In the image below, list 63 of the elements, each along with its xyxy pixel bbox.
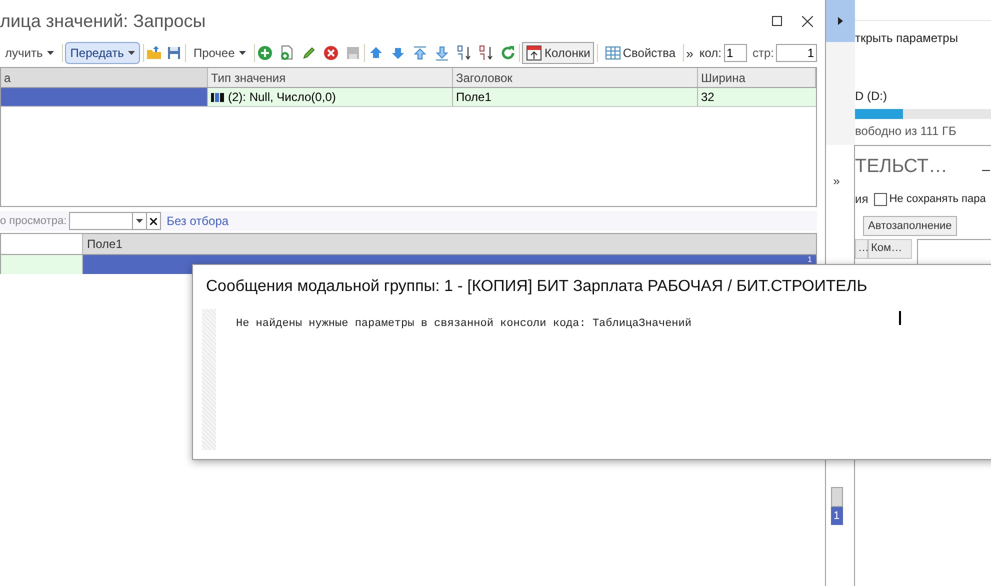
maximize-icon[interactable] <box>772 16 782 26</box>
refresh-icon[interactable] <box>500 45 516 61</box>
toolbar-button[interactable]: Колонки <box>522 42 594 64</box>
dropdown-caret-icon <box>136 219 143 223</box>
page-field[interactable]: 1 <box>776 44 818 62</box>
move-bottom-icon[interactable] <box>434 45 450 61</box>
filter-combo[interactable] <box>68 212 161 230</box>
text-cursor <box>899 311 901 325</box>
table-cell: Поле1 <box>453 88 698 106</box>
dropdown-caret-icon <box>238 51 246 55</box>
more-icon[interactable]: » <box>686 46 694 60</box>
column-header[interactable]: Заголовок <box>453 68 698 87</box>
column-header[interactable] <box>830 487 842 507</box>
arrow-up-icon[interactable] <box>368 45 384 61</box>
toolbar-button[interactable]: Свойства <box>600 42 680 64</box>
expand-arrow-icon <box>838 17 843 25</box>
free-space-label: вободно из 111 ГБ <box>855 123 958 140</box>
message-text: Не найдены нужные параметры в связанной консоли кода: ТаблицаЗначений <box>236 318 692 330</box>
columns-label: кол: <box>699 45 722 62</box>
dropdown-caret-icon <box>128 51 135 55</box>
table-cell[interactable] <box>1 88 208 106</box>
menu-button[interactable]: Прочее <box>188 42 251 64</box>
delete-icon[interactable] <box>323 45 340 61</box>
move-top-icon[interactable] <box>412 45 428 61</box>
open-settings-link[interactable]: ткрыть параметры <box>855 29 991 47</box>
table-cell: 32 <box>698 88 816 106</box>
arrow-down-icon[interactable] <box>390 45 406 61</box>
column-header[interactable]: Поле1 <box>83 234 816 254</box>
dropdown-caret-icon <box>46 51 54 55</box>
open-folder-icon[interactable] <box>146 45 162 61</box>
table-icon <box>604 45 621 61</box>
pencil-icon[interactable] <box>301 45 318 61</box>
menu-button[interactable]: Передать <box>65 42 140 64</box>
sort-descending-icon[interactable] <box>478 45 494 61</box>
column-header[interactable]: Ком… <box>868 239 912 259</box>
filter-label: о просмотра: <box>0 214 67 229</box>
column-header[interactable]: … <box>855 239 868 259</box>
clear-icon[interactable] <box>150 218 157 224</box>
window-title: лица значений: Запросы <box>0 10 207 33</box>
columns-field[interactable]: 1 <box>724 44 747 62</box>
save-icon[interactable] <box>166 45 182 61</box>
checkbox-label: Не сохранять пара <box>889 192 986 207</box>
dialog-title: Сообщения модальной группы: 1 - [КОПИЯ] БИТ Зарплата РАБОЧАЯ / БИТ.СТРОИТЕЛЬ <box>206 277 868 297</box>
checkbox[interactable] <box>874 192 888 206</box>
number-type-icon <box>211 92 225 102</box>
sort-ascending-icon[interactable] <box>456 45 472 61</box>
option-label: ия <box>855 191 868 208</box>
column-header[interactable]: Тип значения <box>208 68 453 87</box>
add-icon[interactable] <box>257 45 274 61</box>
page-label: стр: <box>752 45 774 62</box>
menu-button[interactable]: лучить <box>0 42 59 64</box>
autofill-button[interactable]: Автозаполнение <box>863 216 957 236</box>
list-cell[interactable]: 1 <box>830 507 842 525</box>
close-icon[interactable] <box>802 16 813 26</box>
copy-add-icon[interactable] <box>279 45 296 61</box>
drive-label: D (D:) <box>855 88 888 105</box>
no-filter-link[interactable]: Без отбора <box>166 212 229 230</box>
column-header[interactable]: Ширина <box>698 68 816 87</box>
window-title: ТЕЛЬСТ… <box>855 154 948 179</box>
columns-icon <box>526 45 542 61</box>
table-cell: (2): Null, Число(0,0) <box>208 88 453 106</box>
more-icon[interactable]: » <box>833 175 840 187</box>
column-header[interactable]: а <box>1 68 208 87</box>
